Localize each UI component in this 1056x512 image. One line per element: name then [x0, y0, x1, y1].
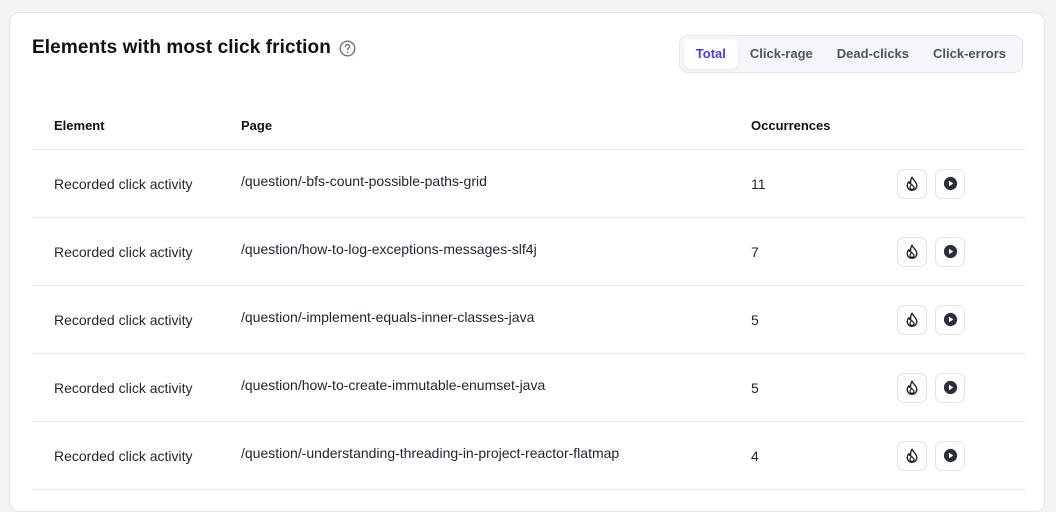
table-row: Recorded click activity /question/-bfs-c…: [32, 150, 1025, 218]
flame-icon[interactable]: [897, 168, 927, 199]
row-occurrences: 11: [751, 175, 766, 192]
row-element: Recorded click activity: [54, 447, 193, 464]
row-occurrences: 5: [751, 379, 759, 396]
tab-click-rage[interactable]: Click-rage: [738, 39, 825, 69]
row-element: Recorded click activity: [54, 379, 193, 396]
play-circle-icon[interactable]: [935, 236, 965, 267]
row-page: /question/-implement-equals-inner-classe…: [241, 309, 535, 325]
row-actions: [897, 304, 1025, 335]
row-actions: [897, 236, 1025, 267]
play-circle-icon[interactable]: [935, 372, 965, 403]
row-occurrences: 4: [751, 447, 759, 464]
help-circle-icon[interactable]: [339, 39, 356, 57]
header-page: Page: [241, 117, 273, 133]
play-circle-icon[interactable]: [935, 304, 965, 335]
tab-dead-clicks[interactable]: Dead-clicks: [825, 39, 921, 69]
friction-type-tabs: Total Click-rage Dead-clicks Click-error…: [678, 35, 1023, 73]
row-page: /question/how-to-log-exceptions-messages…: [241, 241, 537, 257]
row-element: Recorded click activity: [54, 243, 193, 260]
flame-icon[interactable]: [897, 372, 927, 403]
play-circle-icon[interactable]: [935, 440, 965, 471]
table-row: Recorded click activity /question/how-to…: [32, 354, 1025, 422]
row-occurrences: 7: [751, 243, 759, 260]
card-title-text: Elements with most click friction: [32, 37, 331, 58]
row-element: Recorded click activity: [54, 175, 193, 192]
row-page: /question/-bfs-count-possible-paths-grid: [241, 173, 487, 189]
header-occurrences: Occurrences: [751, 117, 831, 133]
table-header: Element Page Occurrences: [32, 101, 1025, 150]
click-friction-card: Elements with most click friction Total …: [9, 12, 1045, 512]
table-row: Recorded click activity /question/how-to…: [32, 218, 1025, 286]
tab-total[interactable]: Total: [683, 39, 738, 69]
friction-table: Element Page Occurrences Recorded click …: [32, 101, 1025, 490]
row-element: Recorded click activity: [54, 311, 193, 328]
header-element: Element: [54, 117, 105, 133]
flame-icon[interactable]: [897, 440, 927, 471]
tab-click-errors[interactable]: Click-errors: [921, 39, 1018, 69]
row-actions: [897, 440, 1025, 471]
row-actions: [897, 372, 1025, 403]
card-title: Elements with most click friction: [32, 37, 356, 59]
table-row: Recorded click activity /question/-imple…: [32, 286, 1025, 354]
flame-icon[interactable]: [897, 236, 927, 267]
table-row: Recorded click activity /question/-under…: [32, 422, 1025, 490]
row-occurrences: 5: [751, 311, 759, 328]
row-page: /question/-understanding-threading-in-pr…: [241, 445, 620, 461]
row-actions: [897, 168, 1025, 199]
play-circle-icon[interactable]: [935, 168, 965, 199]
flame-icon[interactable]: [897, 304, 927, 335]
row-page: /question/how-to-create-immutable-enumse…: [241, 377, 546, 393]
